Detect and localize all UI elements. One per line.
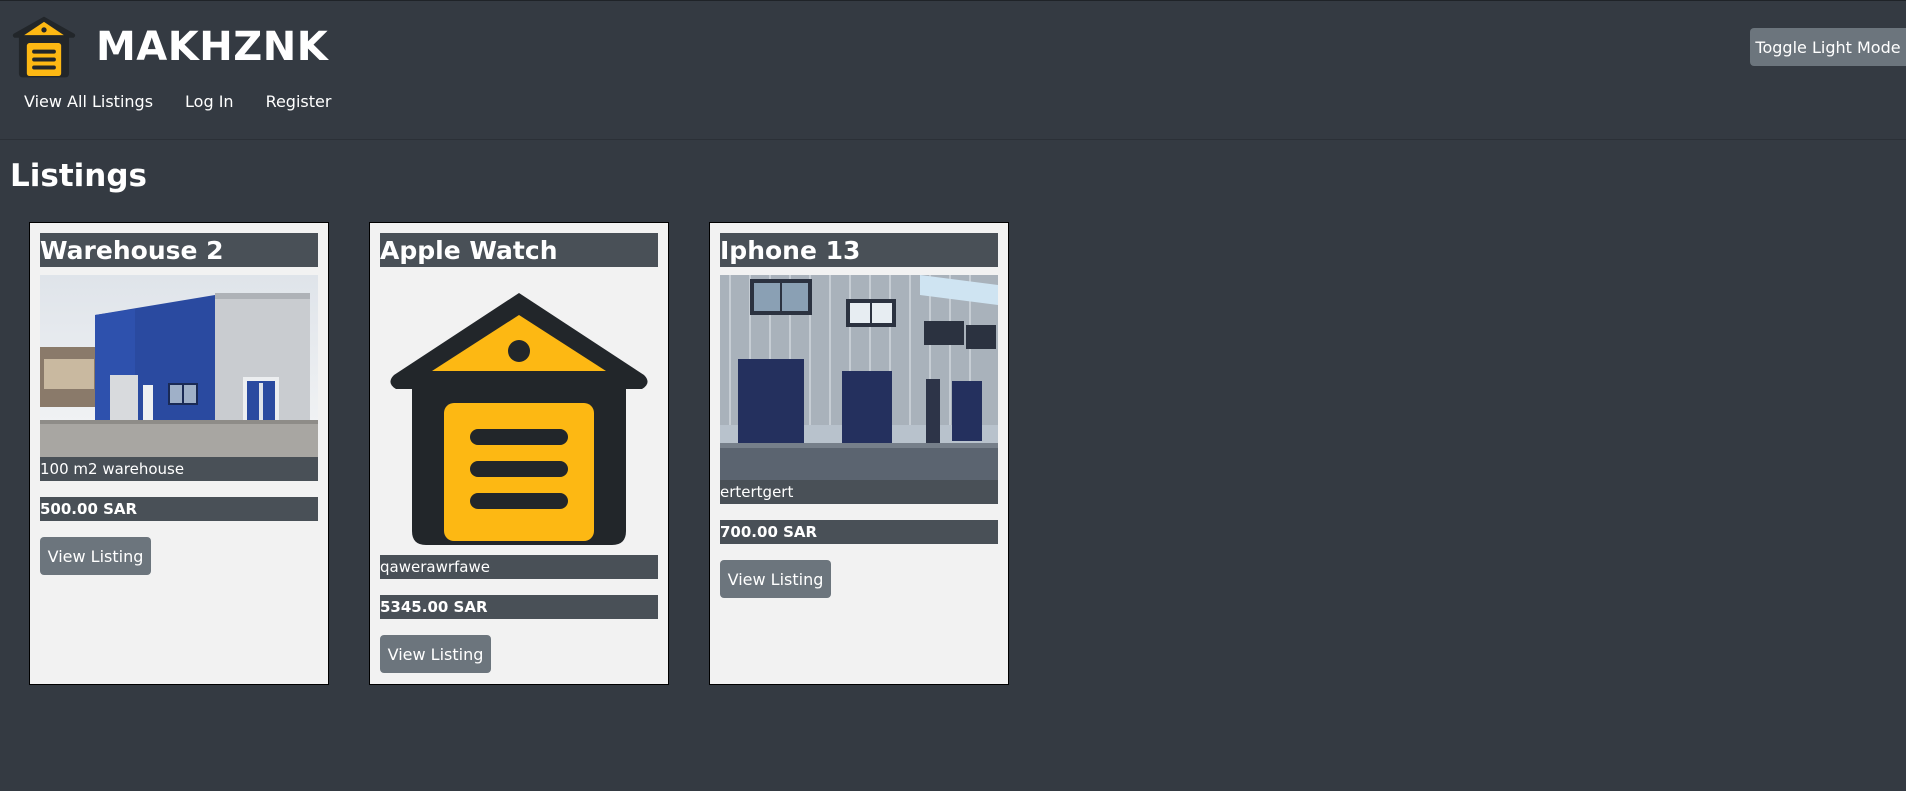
view-listing-button[interactable]: View Listing — [380, 635, 491, 673]
listing-description: qawerawrfawe — [380, 555, 658, 579]
listing-title: Warehouse 2 — [40, 233, 318, 267]
listing-card: Warehouse 2 100 m2 warehouse 500.00 SAR … — [29, 222, 329, 685]
main-nav: View All Listings Log In Register — [24, 92, 363, 111]
garage-logo-image[interactable] — [380, 275, 658, 555]
listing-card: Iphone 13 ertertgert 700.00 SAR View Lis… — [709, 222, 1009, 685]
listing-price: 500.00 SAR — [40, 497, 318, 521]
nav-view-all-listings[interactable]: View All Listings — [24, 92, 153, 111]
listings-grid: Warehouse 2 100 m2 warehouse 500.00 SAR … — [29, 222, 1049, 685]
view-listing-button[interactable]: View Listing — [40, 537, 151, 575]
listing-card: Apple Watch qawerawrfawe 5345.00 SAR Vie… — [369, 222, 669, 685]
warehouse-photo[interactable] — [40, 275, 318, 457]
site-header: MAKHZNK View All Listings Log In Registe… — [0, 0, 1906, 140]
listing-description: 100 m2 warehouse — [40, 457, 318, 481]
view-listing-button[interactable]: View Listing — [720, 560, 831, 598]
page-title: Listings — [10, 158, 147, 194]
listing-price: 5345.00 SAR — [380, 595, 658, 619]
brand-name: MAKHZNK — [96, 24, 329, 70]
nav-log-in[interactable]: Log In — [185, 92, 234, 111]
brand[interactable]: MAKHZNK — [10, 14, 328, 80]
garage-logo-icon — [12, 16, 76, 78]
storage-units-photo[interactable] — [720, 275, 998, 480]
listing-title: Apple Watch — [380, 233, 658, 267]
listing-title: Iphone 13 — [720, 233, 998, 267]
toggle-light-mode-button[interactable]: Toggle Light Mode — [1750, 28, 1906, 66]
listing-price: 700.00 SAR — [720, 520, 998, 544]
listing-description: ertertgert — [720, 480, 998, 504]
nav-register[interactable]: Register — [266, 92, 332, 111]
